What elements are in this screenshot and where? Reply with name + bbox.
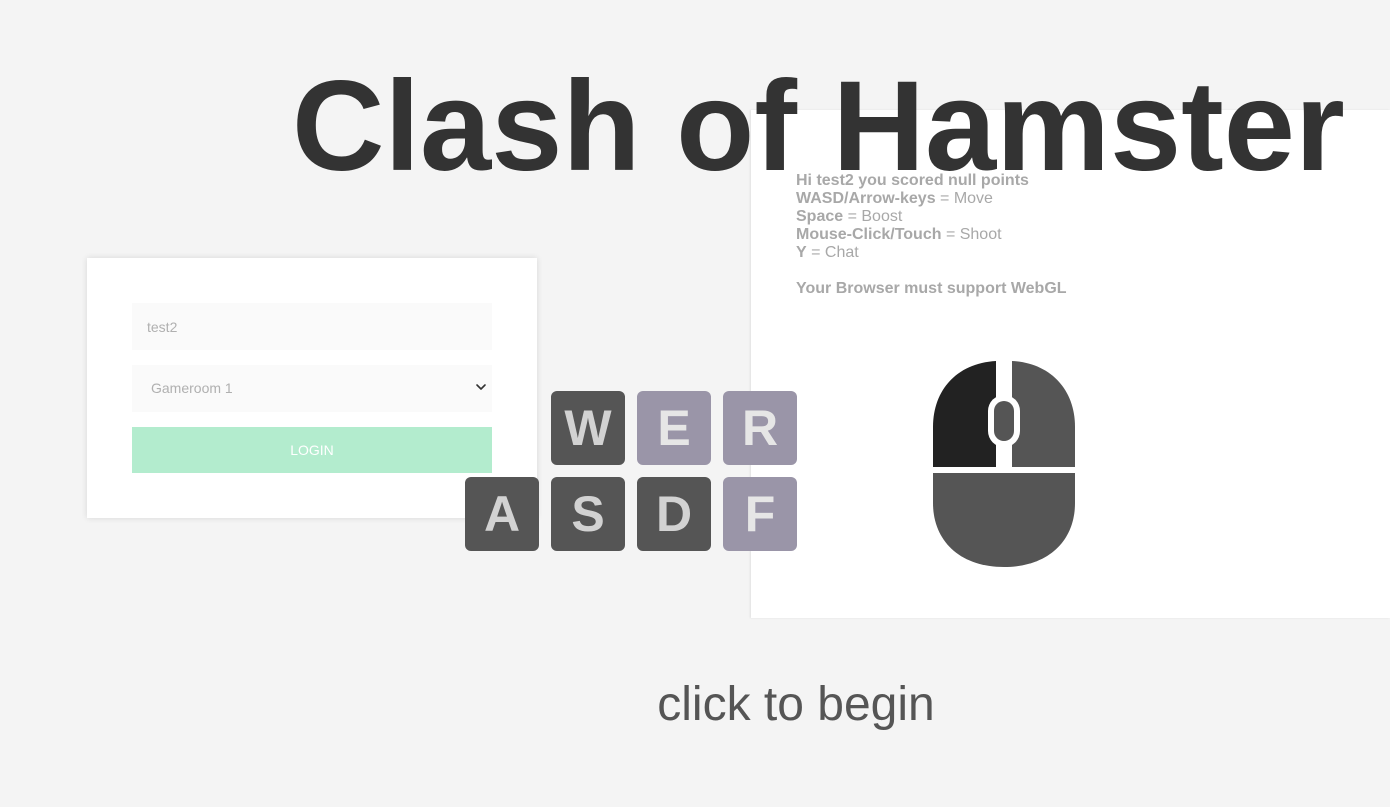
key-r: R (723, 391, 797, 465)
key-w: W (551, 391, 625, 465)
control-shoot: Mouse-Click/Touch = Shoot (796, 226, 1002, 243)
control-chat: Y = Chat (796, 244, 859, 261)
greeting-text: Hi test2 you scored null points (796, 172, 1029, 189)
chevron-down-icon (476, 384, 486, 390)
key-f: F (723, 477, 797, 551)
webgl-requirement: Your Browser must support WebGL (796, 280, 1067, 297)
login-button[interactable]: LOGIN (132, 427, 492, 473)
key-a: A (465, 477, 539, 551)
control-boost: Space = Boost (796, 208, 903, 225)
instructions: Hi test2 you scored null points WASD/Arr… (796, 172, 1067, 298)
game-start-screen[interactable]: Clash of Hamster Hi test2 you scored nul… (0, 0, 1390, 807)
control-move: WASD/Arrow-keys = Move (796, 190, 993, 207)
key-s: S (551, 477, 625, 551)
start-prompt[interactable]: click to begin (0, 676, 1390, 734)
gameroom-selected-value: Gameroom 1 (151, 380, 233, 396)
mouse-icon (933, 361, 1075, 567)
username-input[interactable] (132, 303, 492, 350)
key-e: E (637, 391, 711, 465)
key-d: D (637, 477, 711, 551)
gameroom-select[interactable]: Gameroom 1 (132, 365, 492, 412)
